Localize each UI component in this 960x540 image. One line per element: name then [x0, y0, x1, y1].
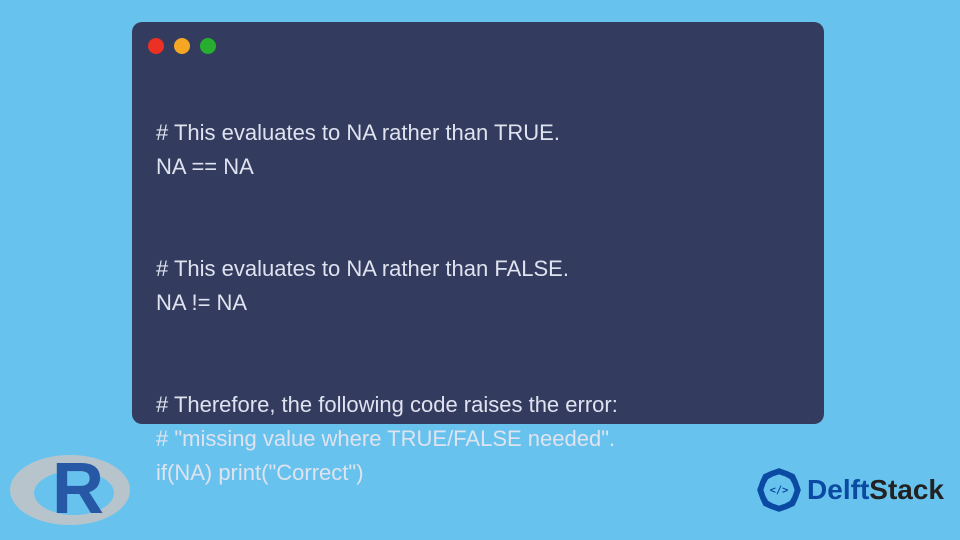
minimize-icon: [174, 38, 190, 54]
brand-text-delft: Delft: [807, 474, 869, 505]
r-logo: R: [0, 440, 140, 540]
code-blank-line: [156, 184, 800, 218]
code-line: # "missing value where TRUE/FALSE needed…: [156, 426, 615, 451]
code-line: NA == NA: [156, 154, 254, 179]
code-line: # This evaluates to NA rather than TRUE.: [156, 120, 560, 145]
code-window: # This evaluates to NA rather than TRUE.…: [132, 22, 824, 424]
window-titlebar: [148, 38, 216, 54]
code-line: # This evaluates to NA rather than FALSE…: [156, 256, 569, 281]
page: # This evaluates to NA rather than TRUE.…: [0, 0, 960, 540]
code-block: # This evaluates to NA rather than TRUE.…: [156, 82, 800, 524]
code-line: if(NA) print("Correct"): [156, 460, 364, 485]
r-logo-letter: R: [52, 453, 104, 525]
delftstack-logo: </> DelftStack: [753, 464, 944, 516]
brand-text-stack: Stack: [869, 474, 944, 505]
delftstack-gear-icon: </>: [753, 464, 805, 516]
close-icon: [148, 38, 164, 54]
delftstack-wordmark: DelftStack: [807, 474, 944, 506]
code-line: NA != NA: [156, 290, 247, 315]
maximize-icon: [200, 38, 216, 54]
code-line: # Therefore, the following code raises t…: [156, 392, 618, 417]
svg-text:</>: </>: [770, 485, 789, 497]
code-blank-line: [156, 320, 800, 354]
